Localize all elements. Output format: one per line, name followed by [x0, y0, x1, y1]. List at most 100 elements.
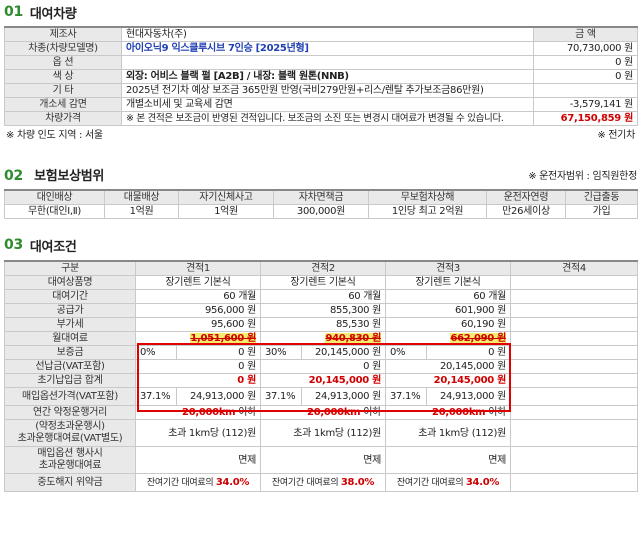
etc-value: 2025년 전기차 예상 보조금 365만원 반영(국비279만원+리스/렌탈 …: [121, 83, 534, 98]
table-row: 제조사 현대자동차(주) 금 액: [4, 26, 638, 42]
excess-quote-4: [510, 419, 638, 447]
section-vehicle: 01 대여차량 제조사 현대자동차(주) 금 액 차종(차량모델명) 아이오닉9…: [4, 3, 638, 141]
insurance-header: 자기신체사고: [178, 189, 274, 205]
initial-quote-2: 20,145,000 원: [260, 373, 386, 388]
tax-value: 개별소비세 및 교육세 감면: [121, 97, 534, 112]
table-row: 기 타 2025년 전기차 예상 보조금 365만원 반영(국비279만원+리스…: [4, 83, 638, 98]
prepay-quote-2: 0 원: [260, 359, 386, 374]
col-header-quote-2: 견적2: [260, 260, 386, 276]
period-quote-2: 60 개월: [260, 289, 386, 304]
period-quote-4: [510, 289, 638, 304]
mileage-suffix: 이하: [488, 407, 506, 418]
mileage-quote-4: [510, 405, 638, 420]
product-label: 대여상품명: [4, 275, 136, 290]
monthly-quote-3: 662,090 원: [385, 331, 511, 346]
table-row: 연간 약정운행거리 20,000km 이하 20,000km 이하 20,000…: [4, 405, 638, 420]
deposit-quote-4: [510, 345, 638, 360]
penalty-quote-2: 잔여기간 대여료의 38.0%: [260, 473, 386, 492]
table-row: 선납금(VAT포함) 0 원 0 원 20,145,000 원: [4, 359, 638, 374]
option-amount: 0 원: [533, 55, 638, 70]
exercise-label-line1: 매입옵션 행사시: [37, 448, 103, 459]
deposit-quote-2: 20,145,000 원: [301, 345, 386, 360]
mileage-value: 20,000km: [182, 407, 236, 418]
price-amount: 67,150,859 원: [533, 111, 638, 126]
etc-label: 기 타: [4, 83, 122, 98]
penalty-value: 34.0%: [215, 476, 250, 488]
supply-quote-1: 956,000 원: [135, 303, 261, 318]
table-row: 공급가 956,000 원 855,300 원 601,900 원: [4, 303, 638, 318]
insurance-header: 대인배상: [4, 189, 105, 205]
model-amount: 70,730,000 원: [533, 41, 638, 56]
initial-quote-1: 0 원: [135, 373, 261, 388]
exercise-quote-3: 면제: [385, 446, 511, 474]
section-title-text: 대여차량: [29, 6, 77, 22]
table-row: 대여기간 60 개월 60 개월 60 개월: [4, 289, 638, 304]
insurance-value: 가입: [565, 204, 638, 219]
table-row: 대여상품명 장기렌트 기본식 장기렌트 기본식 장기렌트 기본식: [4, 275, 638, 290]
color-amount: 0 원: [533, 69, 638, 84]
purchase-quote-3: 24,913,000 원: [426, 387, 511, 406]
section-title-group: 02 보험보상범위: [4, 165, 104, 184]
deposit-pct-quote-3: 0%: [385, 345, 427, 360]
insurance-header: 대물배상: [104, 189, 179, 205]
excess-quote-1: 초과 1km당 (112)원: [135, 419, 261, 447]
model-value: 아이오닉9 익스클루시브 7인승 [2025년형]: [121, 41, 534, 56]
period-quote-1: 60 개월: [135, 289, 261, 304]
penalty-quote-1: 잔여기간 대여료의 34.0%: [135, 473, 261, 492]
insurance-value: 300,000원: [273, 204, 369, 219]
table-row: 보증금 0% 0 원 30% 20,145,000 원 0% 0 원: [4, 345, 638, 360]
section-insurance: 02 보험보상범위 ※ 운전자범위 : 임직원한정 대인배상 대물배상 자기신체사고…: [4, 165, 638, 219]
penalty-quote-4: [510, 473, 638, 492]
mileage-quote-2: 20,000km 이하: [260, 405, 386, 420]
vat-quote-2: 85,530 원: [260, 317, 386, 332]
table-row: 옵 션 0 원: [4, 55, 638, 70]
insurance-value: 무한(대인Ⅰ,Ⅱ): [4, 204, 105, 219]
mileage-quote-3: 20,000km 이하: [385, 405, 511, 420]
mileage-quote-1: 20,000km 이하: [135, 405, 261, 420]
supply-quote-3: 601,900 원: [385, 303, 511, 318]
supply-quote-4: [510, 303, 638, 318]
product-quote-2: 장기렌트 기본식: [260, 275, 386, 290]
penalty-prefix: 잔여기간 대여료의: [146, 477, 214, 488]
excess-label-line1: (약정초과운행시): [35, 421, 105, 432]
penalty-value: 38.0%: [340, 476, 375, 488]
prepay-quote-3: 20,145,000 원: [385, 359, 511, 374]
table-row: 개소세 감면 개별소비세 및 교육세 감면 -3,579,141 원: [4, 97, 638, 112]
mileage-suffix: 이하: [238, 407, 256, 418]
amount-header: 금 액: [533, 26, 638, 42]
etc-amount: [533, 83, 638, 98]
delivery-note: ※ 차량 인도 지역 : 서울: [6, 130, 103, 141]
section-title-rental: 03 대여조건: [4, 236, 637, 255]
excess-quote-2: 초과 1km당 (112)원: [260, 419, 386, 447]
initial-label: 초기납입금 합계: [4, 373, 136, 388]
insurance-header: 긴급출동: [565, 189, 638, 205]
table-row: 대인배상 대물배상 자기신체사고 자차면책금 무보험차상해 운전자연령 긴급출동: [4, 189, 638, 205]
table-row: 색 상 외장: 어비스 블랙 펄 [A2B] / 내장: 블랙 원톤(NNB) …: [4, 69, 638, 84]
prepay-quote-4: [510, 359, 638, 374]
monthly-quote-4: [510, 331, 638, 346]
table-row: 월대여료 1,051,600 원 940,830 원 662,090 원: [4, 331, 638, 346]
insurance-value: 1억원: [178, 204, 274, 219]
monthly-label: 월대여료: [4, 331, 136, 346]
model-label: 차종(차량모델명): [4, 41, 122, 56]
section-title-text: 대여조건: [29, 239, 77, 255]
section-number: 01: [4, 4, 23, 20]
purchase-quote-4: [510, 387, 638, 406]
penalty-quote-3: 잔여기간 대여료의 34.0%: [385, 473, 511, 492]
price-note: ※ 본 견적은 보조금이 반영된 견적입니다. 보조금의 소진 또는 변경시 대…: [121, 111, 534, 126]
deposit-quote-1: 0 원: [176, 345, 261, 360]
col-header-quote-4: 견적4: [510, 260, 638, 276]
excess-label: (약정초과운행시) 초과운행대여료(VAT별도): [4, 419, 136, 447]
exercise-quote-4: [510, 446, 638, 474]
maker-label: 제조사: [4, 26, 122, 42]
vat-quote-1: 95,600 원: [135, 317, 261, 332]
vat-quote-4: [510, 317, 638, 332]
section-title-vehicle: 01 대여차량: [4, 3, 637, 22]
prepay-quote-1: 0 원: [135, 359, 261, 374]
section-title-text: 보험보상범위: [34, 168, 105, 184]
section-title-insurance: 02 보험보상범위 ※ 운전자범위 : 임직원한정: [4, 165, 637, 184]
exercise-quote-1: 면제: [135, 446, 261, 474]
col-header-quote-1: 견적1: [135, 260, 261, 276]
excess-label-line2: 초과운행대여료(VAT별도): [17, 433, 123, 444]
purchase-quote-1: 24,913,000 원: [176, 387, 261, 406]
